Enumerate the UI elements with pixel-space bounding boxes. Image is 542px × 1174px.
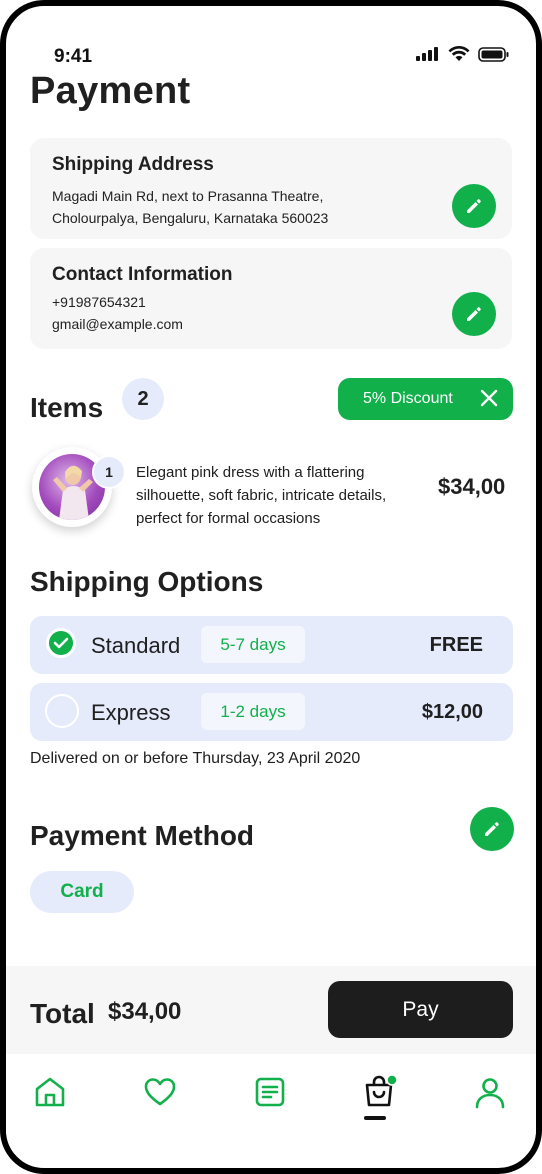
battery-icon	[478, 46, 509, 62]
shipping-option-price: FREE	[429, 634, 483, 656]
close-icon[interactable]	[479, 388, 499, 408]
shipping-address-line2: Cholourpalya, Bengaluru, Karnataka 56002…	[52, 210, 329, 226]
payment-method-chip[interactable]: Card	[30, 871, 134, 913]
nav-orders[interactable]	[250, 1072, 290, 1112]
bottom-nav	[6, 1054, 536, 1154]
discount-badge[interactable]: 5% Discount	[338, 378, 513, 420]
radio-checked[interactable]	[46, 628, 76, 658]
edit-payment-button[interactable]	[470, 807, 514, 851]
status-icons	[416, 46, 510, 62]
pencil-icon	[485, 822, 499, 836]
pencil-icon	[467, 199, 481, 213]
shipping-option-standard[interactable]: Standard 5-7 days FREE	[30, 616, 513, 674]
item-quantity-badge: 1	[92, 455, 126, 489]
nav-home[interactable]	[30, 1072, 70, 1112]
shipping-address-title: Shipping Address	[52, 154, 214, 175]
shipping-option-express[interactable]: Express 1-2 days $12,00	[30, 683, 513, 741]
cart-icon	[365, 1074, 398, 1107]
total-label: Total	[30, 998, 95, 1029]
edit-contact-button[interactable]	[452, 292, 496, 336]
total-value: $34,00	[108, 998, 182, 1025]
payment-method-title: Payment Method	[30, 820, 255, 851]
shipping-option-name: Express	[91, 700, 171, 725]
orders-icon	[255, 1077, 285, 1107]
shipping-option-days: 1-2 days	[201, 693, 305, 730]
home-icon	[35, 1077, 65, 1107]
total-bar: Total $34,00 Pay	[6, 966, 536, 1054]
contact-title: Contact Information	[52, 264, 233, 285]
profile-icon	[475, 1078, 505, 1109]
nav-profile[interactable]	[470, 1072, 510, 1112]
status-time: 9:41	[54, 46, 93, 67]
contact-phone: +91987654321	[52, 294, 146, 310]
items-count-badge: 2	[122, 378, 164, 420]
contact-card: Contact Information +91987654321 gmail@e…	[30, 248, 512, 349]
signal-icon	[416, 47, 438, 61]
check-icon	[53, 637, 69, 649]
pencil-icon	[467, 307, 481, 321]
edit-address-button[interactable]	[452, 184, 496, 228]
item-price: $34,00	[438, 474, 506, 499]
shipping-option-price: $12,00	[421, 701, 483, 723]
radio-unchecked[interactable]	[45, 694, 79, 728]
contact-email: gmail@example.com	[52, 316, 183, 332]
active-tab-indicator	[364, 1116, 386, 1120]
item-description: Elegant pink dress with a flattering sil…	[136, 464, 387, 527]
shipping-address-card: Shipping Address Magadi Main Rd, next to…	[30, 138, 512, 239]
shipping-options-title: Shipping Options	[30, 566, 264, 597]
nav-cart[interactable]	[360, 1072, 400, 1112]
page-title: Payment	[30, 70, 191, 112]
shipping-address-line1: Magadi Main Rd, next to Prasanna Theatre…	[52, 188, 324, 204]
shipping-option-days: 5-7 days	[201, 626, 305, 663]
delivery-note: Delivered on or before Thursday, 23 Apri…	[30, 750, 361, 767]
phone-frame: 9:41 Payment Shipping Address Magadi Mai…	[0, 0, 542, 1174]
items-title: Items	[30, 392, 104, 423]
discount-label: 5% Discount	[363, 390, 453, 407]
heart-icon	[144, 1078, 176, 1106]
shipping-option-name: Standard	[91, 633, 181, 658]
nav-favorites[interactable]	[140, 1072, 180, 1112]
pay-button[interactable]: Pay	[328, 981, 513, 1038]
wifi-icon	[448, 46, 470, 61]
status-bar: 9:41	[6, 34, 536, 74]
